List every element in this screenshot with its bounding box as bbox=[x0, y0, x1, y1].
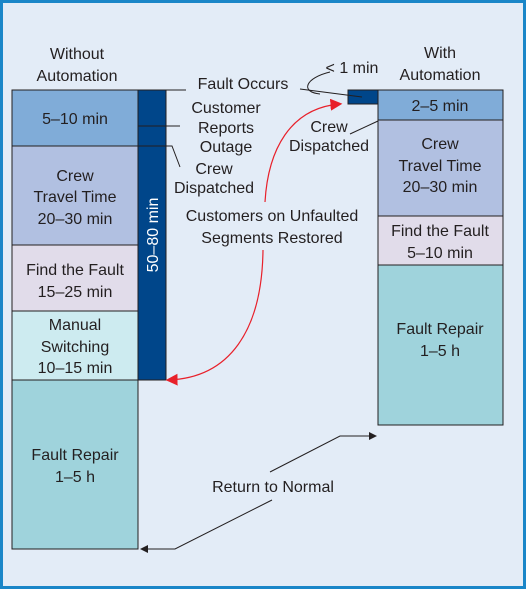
label: 1–5 h bbox=[420, 343, 460, 360]
fault-occurs-label: Fault Occurs bbox=[198, 76, 289, 93]
restoration-box bbox=[347, 89, 379, 105]
customer-reports-label: Customer bbox=[191, 100, 261, 117]
with-title-1: With bbox=[424, 45, 456, 62]
label: 5–10 min bbox=[407, 245, 473, 262]
return-to-normal-label: Return to Normal bbox=[212, 479, 334, 496]
label: Crew bbox=[421, 136, 459, 153]
label: Switching bbox=[41, 339, 109, 356]
customer-reports-label: Reports bbox=[198, 120, 254, 137]
label: 20–30 min bbox=[403, 179, 478, 196]
label: Find the Fault bbox=[391, 223, 489, 240]
without-title-1: Without bbox=[50, 46, 105, 63]
label: 2–5 min bbox=[412, 98, 469, 115]
crew-dispatched-left-label: Crew bbox=[195, 161, 233, 178]
label: 5–10 min bbox=[42, 111, 108, 128]
restored-label: Customers on Unfaulted bbox=[186, 208, 359, 225]
crew-dispatched-right-label: Crew bbox=[310, 119, 348, 136]
label: Fault Repair bbox=[31, 447, 119, 464]
label: Crew bbox=[56, 168, 94, 185]
restored-label: Segments Restored bbox=[201, 230, 342, 247]
stage-fault-repair bbox=[11, 379, 139, 550]
restoration-time-label: 50–80 min bbox=[145, 198, 162, 273]
label: 10–15 min bbox=[38, 360, 113, 377]
label: Fault Repair bbox=[396, 321, 484, 338]
label: Manual bbox=[49, 317, 101, 334]
crew-dispatched-right-label: Dispatched bbox=[289, 138, 369, 155]
automation-timeline-diagram: Without Automation With Automation 5–10 … bbox=[0, 0, 526, 589]
label: 1–5 h bbox=[55, 469, 95, 486]
with-title-2: Automation bbox=[400, 67, 481, 84]
label: 20–30 min bbox=[38, 211, 113, 228]
without-title-2: Automation bbox=[37, 68, 118, 85]
label: Travel Time bbox=[399, 158, 482, 175]
crew-dispatched-left-label: Dispatched bbox=[174, 180, 254, 197]
label: Travel Time bbox=[34, 189, 117, 206]
restoration-time-label-right: < 1 min bbox=[326, 60, 379, 77]
label: Find the Fault bbox=[26, 262, 124, 279]
label: 15–25 min bbox=[38, 284, 113, 301]
customer-reports-label: Outage bbox=[200, 139, 253, 156]
